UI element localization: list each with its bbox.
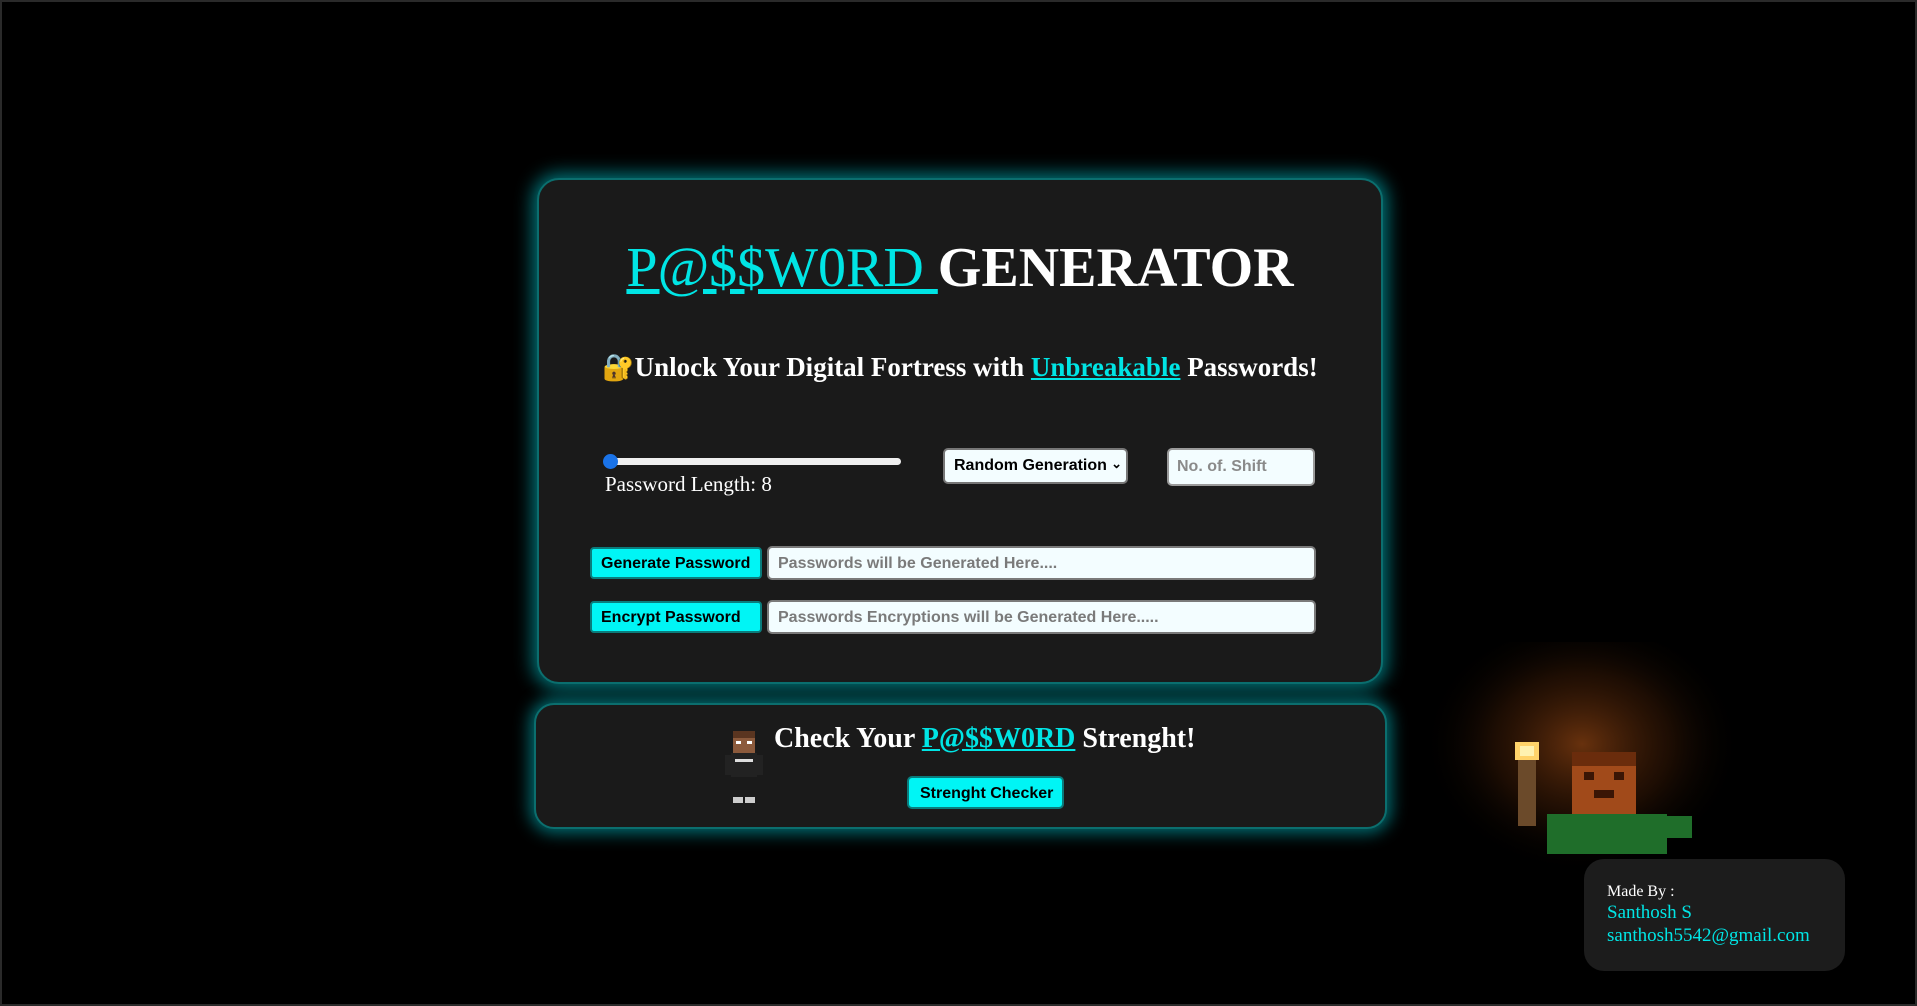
- page-title: P@$$W0RD GENERATOR: [539, 237, 1381, 300]
- generator-card: P@$$W0RD GENERATOR 🔐Unlock Your Digital …: [537, 178, 1383, 684]
- page-frame: P@$$W0RD GENERATOR 🔐Unlock Your Digital …: [0, 0, 1917, 1006]
- credit-box: Made By : Santhosh S santhosh5542@gmail.…: [1584, 859, 1845, 971]
- author-email[interactable]: santhosh5542@gmail.com: [1607, 924, 1845, 947]
- tagline-accent: Unbreakable: [1030, 352, 1181, 382]
- encrypted-password-field[interactable]: Passwords Encryptions will be Generated …: [767, 600, 1316, 634]
- strength-title-accent: P@$$W0RD: [921, 723, 1076, 754]
- tagline-pre: Unlock Your Digital Fortress with: [634, 352, 1031, 382]
- made-by-label: Made By :: [1607, 883, 1675, 900]
- title-accent: P@$$W0RD: [626, 237, 938, 299]
- tagline-post: Passwords!: [1180, 352, 1318, 382]
- strength-card: Check Your P@$$W0RD Strenght! Strenght C…: [534, 703, 1387, 829]
- strength-title: Check Your P@$$W0RD Strenght!: [774, 723, 1195, 755]
- generate-password-button[interactable]: Generate Password: [590, 547, 762, 579]
- author-name: Santhosh S: [1607, 902, 1692, 923]
- tagline: 🔐Unlock Your Digital Fortress with Unbre…: [539, 352, 1381, 383]
- shift-count-input[interactable]: No. of. Shift: [1167, 448, 1315, 486]
- password-length-slider[interactable]: [603, 454, 901, 469]
- generation-method-value: Random Generation: [954, 457, 1107, 474]
- password-length-label: Password Length: 8: [605, 472, 772, 496]
- strength-checker-button[interactable]: Strenght Checker: [907, 776, 1064, 809]
- slider-thumb[interactable]: [603, 454, 618, 469]
- generation-method-select[interactable]: Random Generation ⌄: [943, 448, 1128, 484]
- generated-password-field[interactable]: Passwords will be Generated Here....: [767, 546, 1316, 580]
- avatar-icon: [725, 731, 763, 803]
- password-length-control: Password Length: 8: [603, 448, 905, 497]
- encrypt-password-button[interactable]: Encrypt Password: [590, 601, 762, 633]
- strength-title-pre: Check Your: [774, 723, 922, 754]
- strength-title-post: Strenght!: [1075, 723, 1196, 754]
- title-rest: GENERATOR: [937, 237, 1294, 299]
- chevron-down-icon: ⌄: [1111, 456, 1122, 471]
- lock-icon: 🔐: [602, 353, 635, 382]
